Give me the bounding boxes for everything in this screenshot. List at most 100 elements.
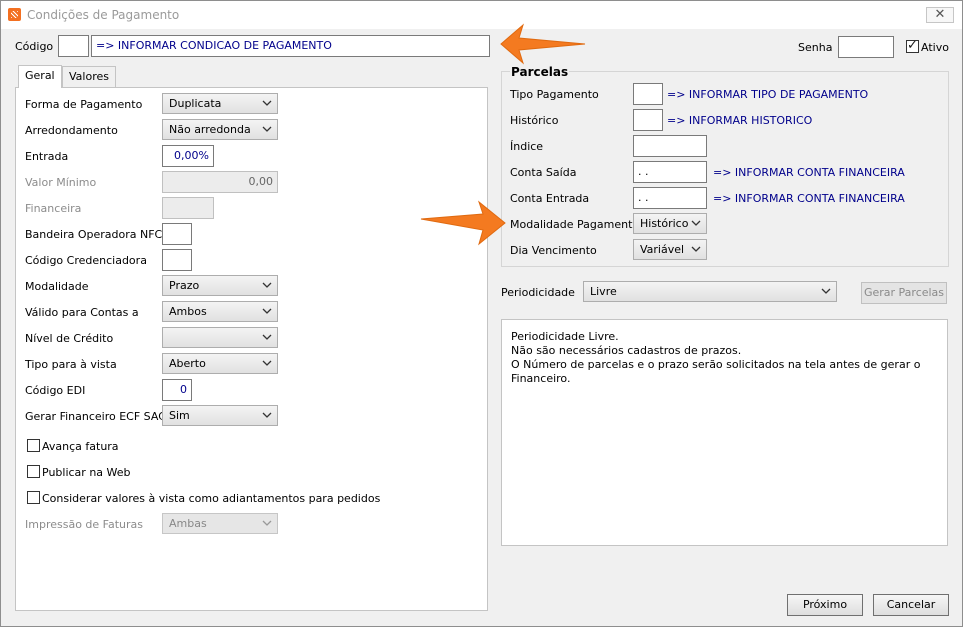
chevron-down-icon: [261, 97, 273, 109]
gerar-parcelas-button: Gerar Parcelas: [861, 282, 947, 304]
modalidade-label: Modalidade: [25, 280, 89, 293]
cancelar-button[interactable]: Cancelar: [873, 594, 949, 616]
considerar-valores-label: Considerar valores à vista como adiantam…: [42, 492, 381, 505]
gerar-financeiro-value: Sim: [169, 409, 190, 422]
parcelas-title: Parcelas: [510, 65, 570, 79]
window-title: Condições de Pagamento: [27, 8, 180, 22]
conta-entrada-label: Conta Entrada: [510, 192, 590, 205]
chevron-down-icon: [261, 123, 273, 135]
tab-geral-label: Geral: [25, 69, 55, 82]
senha-input[interactable]: [838, 36, 894, 58]
conta-saida-info: => INFORMAR CONTA FINANCEIRA: [713, 166, 905, 179]
tipo-vista-select[interactable]: Aberto: [162, 353, 278, 374]
title-bar: Condições de Pagamento ✕: [1, 1, 962, 29]
conta-saida-label: Conta Saída: [510, 166, 577, 179]
gerar-financeiro-label: Gerar Financeiro ECF SAC: [25, 410, 166, 423]
modalidade-pagamento-label: Modalidade Pagamento: [510, 218, 640, 231]
entrada-input[interactable]: 0,00%: [162, 145, 214, 167]
proximo-button[interactable]: Próximo: [787, 594, 863, 616]
tipo-vista-label: Tipo para à vista: [25, 358, 117, 371]
dia-vencimento-label: Dia Vencimento: [510, 244, 597, 257]
dia-vencimento-select[interactable]: Variável: [633, 239, 707, 260]
conta-entrada-input[interactable]: . .: [633, 187, 707, 209]
periodicidade-select[interactable]: Livre: [583, 281, 837, 302]
bandeira-input[interactable]: [162, 223, 192, 245]
credenciadora-input[interactable]: [162, 249, 192, 271]
arredondamento-select[interactable]: Não arredonda: [162, 119, 278, 140]
modalidade-value: Prazo: [169, 279, 200, 292]
publicar-web-label: Publicar na Web: [42, 466, 131, 479]
close-icon: ✕: [934, 7, 946, 22]
arrow-annotation-icon: [500, 23, 586, 65]
entrada-label: Entrada: [25, 150, 69, 163]
ativo-checkbox[interactable]: [906, 38, 919, 53]
conta-entrada-info: => INFORMAR CONTA FINANCEIRA: [713, 192, 905, 205]
modalidade-pagamento-value: Histórico: [640, 217, 689, 230]
close-button[interactable]: ✕: [926, 7, 954, 23]
chevron-down-icon: [690, 243, 702, 255]
indice-label: Índice: [510, 140, 544, 153]
memo-line: O Número de parcelas e o prazo serão sol…: [511, 358, 921, 371]
modalidade-select[interactable]: Prazo: [162, 275, 278, 296]
forma-pagamento-label: Forma de Pagamento: [25, 98, 143, 111]
senha-label: Senha: [798, 41, 833, 54]
avanca-fatura-label: Avança fatura: [42, 440, 119, 453]
tipo-vista-value: Aberto: [169, 357, 206, 370]
valido-contas-value: Ambos: [169, 305, 207, 318]
impressao-faturas-value: Ambas: [169, 517, 207, 530]
financeira-label: Financeira: [25, 202, 82, 215]
tab-valores[interactable]: Valores: [62, 66, 116, 87]
memo-line: Financeiro.: [511, 372, 571, 385]
modalidade-pagamento-select[interactable]: Histórico: [633, 213, 707, 234]
periodicidade-label: Periodicidade: [501, 286, 575, 299]
considerar-valores-checkbox[interactable]: [27, 491, 40, 504]
codigo-input[interactable]: [58, 35, 89, 57]
tipo-pagamento-label: Tipo Pagamento: [510, 88, 599, 101]
memo-line: Periodicidade Livre.: [511, 330, 619, 343]
codigo-edi-label: Código EDI: [25, 384, 86, 397]
arredondamento-value: Não arredonda: [169, 123, 251, 136]
nivel-credito-label: Nível de Crédito: [25, 332, 114, 345]
dialog-window: Condições de Pagamento ✕ Código => INFOR…: [0, 0, 963, 627]
forma-pagamento-select[interactable]: Duplicata: [162, 93, 278, 114]
chevron-down-icon: [261, 279, 273, 291]
credenciadora-label: Código Credenciadora: [25, 254, 147, 267]
gerar-financeiro-select[interactable]: Sim: [162, 405, 278, 426]
chevron-down-icon: [261, 517, 273, 529]
codigo-label: Código: [15, 40, 54, 53]
chevron-down-icon: [261, 357, 273, 369]
ativo-label: Ativo: [921, 41, 949, 54]
tipo-pagamento-info: => INFORMAR TIPO DE PAGAMENTO: [667, 88, 869, 101]
indice-input[interactable]: [633, 135, 707, 157]
valido-contas-select[interactable]: Ambos: [162, 301, 278, 322]
financeira-input: [162, 197, 214, 219]
historico-input[interactable]: [633, 109, 663, 131]
tab-valores-label: Valores: [69, 70, 109, 83]
descricao-input[interactable]: => INFORMAR CONDICAO DE PAGAMENTO: [91, 35, 490, 57]
memo-line: Não são necessários cadastros de prazos.: [511, 344, 742, 357]
forma-pagamento-value: Duplicata: [169, 97, 222, 110]
impressao-faturas-select: Ambas: [162, 513, 278, 534]
chevron-down-icon: [820, 285, 832, 297]
tab-geral[interactable]: Geral: [18, 65, 62, 88]
codigo-edi-input[interactable]: 0: [162, 379, 192, 401]
chevron-down-icon: [261, 331, 273, 343]
periodicidade-value: Livre: [590, 285, 617, 298]
chevron-down-icon: [690, 217, 702, 229]
valido-contas-label: Válido para Contas a: [25, 306, 139, 319]
publicar-web-checkbox[interactable]: [27, 465, 40, 478]
chevron-down-icon: [261, 409, 273, 421]
chevron-down-icon: [261, 305, 273, 317]
conta-saida-input[interactable]: . .: [633, 161, 707, 183]
valor-minimo-input: 0,00: [162, 171, 278, 193]
periodicidade-description: Periodicidade Livre. Não são necessários…: [501, 319, 948, 546]
impressao-faturas-label: Impressão de Faturas: [25, 518, 144, 531]
valor-minimo-label: Valor Mínimo: [25, 176, 97, 189]
arrow-annotation-icon: [420, 200, 506, 246]
nivel-credito-select[interactable]: [162, 327, 278, 348]
bandeira-label: Bandeira Operadora NFC-e: [25, 228, 173, 241]
arredondamento-label: Arredondamento: [25, 124, 118, 137]
avanca-fatura-checkbox[interactable]: [27, 439, 40, 452]
tipo-pagamento-input[interactable]: [633, 83, 663, 105]
app-icon: [8, 8, 21, 21]
